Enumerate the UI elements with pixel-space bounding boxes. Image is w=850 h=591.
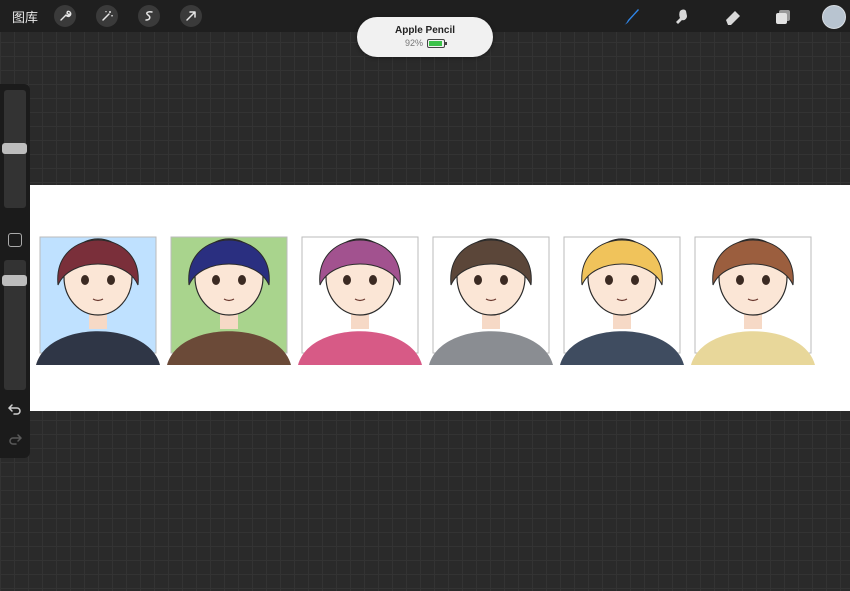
brush-size-slider[interactable]: [2, 90, 27, 208]
character-portrait: [36, 236, 160, 365]
opacity-slider[interactable]: [2, 260, 27, 390]
selection-icon: [145, 11, 153, 21]
eraser-icon: [726, 11, 740, 25]
gallery-button[interactable]: 图库: [12, 7, 38, 26]
adjustments-button[interactable]: [96, 5, 118, 27]
portrait-eye: [500, 275, 508, 285]
modify-button[interactable]: [8, 233, 22, 247]
pencil-battery-notification: Apple Pencil 92%: [357, 17, 493, 57]
portrait-eye: [238, 275, 246, 285]
opacity-thumb[interactable]: [2, 275, 27, 286]
brush-size-thumb[interactable]: [2, 143, 27, 154]
battery-fill: [429, 40, 442, 46]
portrait-eye: [107, 275, 115, 285]
smudge-icon: [676, 9, 687, 24]
character-portrait: [167, 236, 291, 365]
layers-icon: [776, 10, 790, 24]
battery-icon: [427, 38, 447, 48]
color-picker-button[interactable]: [822, 5, 846, 29]
magic-wand-icon: [102, 11, 113, 21]
actions-button[interactable]: [54, 5, 76, 27]
character-portrait: [429, 236, 553, 365]
character-portrait: [560, 236, 684, 365]
portrait-eye: [762, 275, 770, 285]
portrait-eye: [605, 275, 613, 285]
brush-icon: [624, 9, 639, 25]
brush-button[interactable]: [619, 5, 643, 29]
pencil-battery-percent: 92%: [404, 38, 423, 48]
portrait-eye: [736, 275, 744, 285]
left-sidebar: [0, 84, 30, 458]
portrait-eye: [81, 275, 89, 285]
portrait-eye: [212, 275, 220, 285]
pencil-title: Apple Pencil: [394, 25, 455, 36]
character-portrait: [298, 236, 422, 365]
portrait-eye: [369, 275, 377, 285]
transform-button[interactable]: [180, 5, 202, 27]
portrait-eye: [631, 275, 639, 285]
smudge-button[interactable]: [670, 5, 694, 29]
transform-arrow-icon: [186, 11, 196, 21]
portrait-eye: [343, 275, 351, 285]
portrait-eye: [474, 275, 482, 285]
character-portrait: [691, 236, 815, 365]
character-artwork: [36, 236, 815, 365]
drawing-canvas[interactable]: [30, 185, 850, 411]
eraser-button[interactable]: [721, 5, 745, 29]
wrench-icon: [60, 10, 72, 21]
undo-icon[interactable]: [7, 402, 23, 416]
selection-button[interactable]: [138, 5, 160, 27]
redo-icon[interactable]: [7, 432, 23, 446]
layers-button[interactable]: [771, 5, 795, 29]
